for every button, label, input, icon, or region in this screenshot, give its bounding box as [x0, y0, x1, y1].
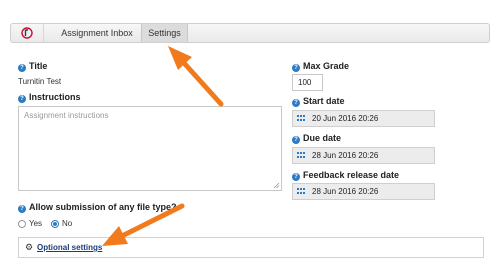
radio-no[interactable] — [51, 220, 59, 228]
help-icon[interactable]: ? — [18, 95, 26, 103]
help-icon[interactable]: ? — [292, 136, 300, 144]
calendar-icon[interactable] — [297, 188, 305, 195]
optional-settings-link[interactable]: Optional settings — [37, 243, 102, 252]
help-icon[interactable]: ? — [292, 173, 300, 181]
help-icon[interactable]: ? — [292, 99, 300, 107]
title-label: ? Title — [18, 61, 47, 72]
instructions-placeholder: Assignment instructions — [24, 111, 109, 120]
tab-settings[interactable]: Settings — [141, 24, 188, 42]
max-grade-input[interactable]: 100 — [292, 74, 323, 91]
start-date-value: 20 Jun 2016 20:26 — [312, 114, 379, 123]
arrow-to-settings-tab — [168, 46, 224, 107]
calendar-icon[interactable] — [297, 152, 305, 159]
optional-settings-panel: ⚙ Optional settings — [18, 237, 484, 258]
instructions-textarea[interactable]: Assignment instructions — [18, 106, 282, 191]
due-date-value: 28 Jun 2016 20:26 — [312, 151, 379, 160]
help-icon[interactable]: ? — [292, 64, 300, 72]
feedback-date-input[interactable]: 28 Jun 2016 20:26 — [292, 183, 435, 200]
max-grade-label: ? Max Grade — [292, 61, 349, 72]
help-icon[interactable]: ? — [18, 64, 26, 72]
instructions-label: ? Instructions — [18, 92, 81, 103]
feedback-date-value: 28 Jun 2016 20:26 — [312, 187, 379, 196]
turnitin-logo[interactable] — [11, 24, 44, 42]
radio-yes[interactable] — [18, 220, 26, 228]
start-date-input[interactable]: 20 Jun 2016 20:26 — [292, 110, 435, 127]
due-date-input[interactable]: 28 Jun 2016 20:26 — [292, 147, 435, 164]
calendar-icon[interactable] — [297, 115, 305, 122]
tab-bar: Assignment Inbox Settings — [10, 23, 490, 43]
gear-icon: ⚙ — [25, 242, 34, 252]
file-type-label: ? Allow submission of any file type? — [18, 202, 177, 213]
help-icon[interactable]: ? — [18, 205, 26, 213]
start-date-label: ? Start date — [292, 96, 345, 107]
resize-handle-icon[interactable] — [273, 182, 280, 189]
feedback-date-label: ? Feedback release date — [292, 170, 399, 181]
title-value: Turnitin Test — [18, 77, 62, 86]
due-date-label: ? Due date — [292, 133, 341, 144]
radio-yes-label: Yes — [29, 219, 43, 228]
tab-assignment-inbox[interactable]: Assignment Inbox — [55, 24, 139, 42]
radio-no-label: No — [62, 219, 73, 228]
